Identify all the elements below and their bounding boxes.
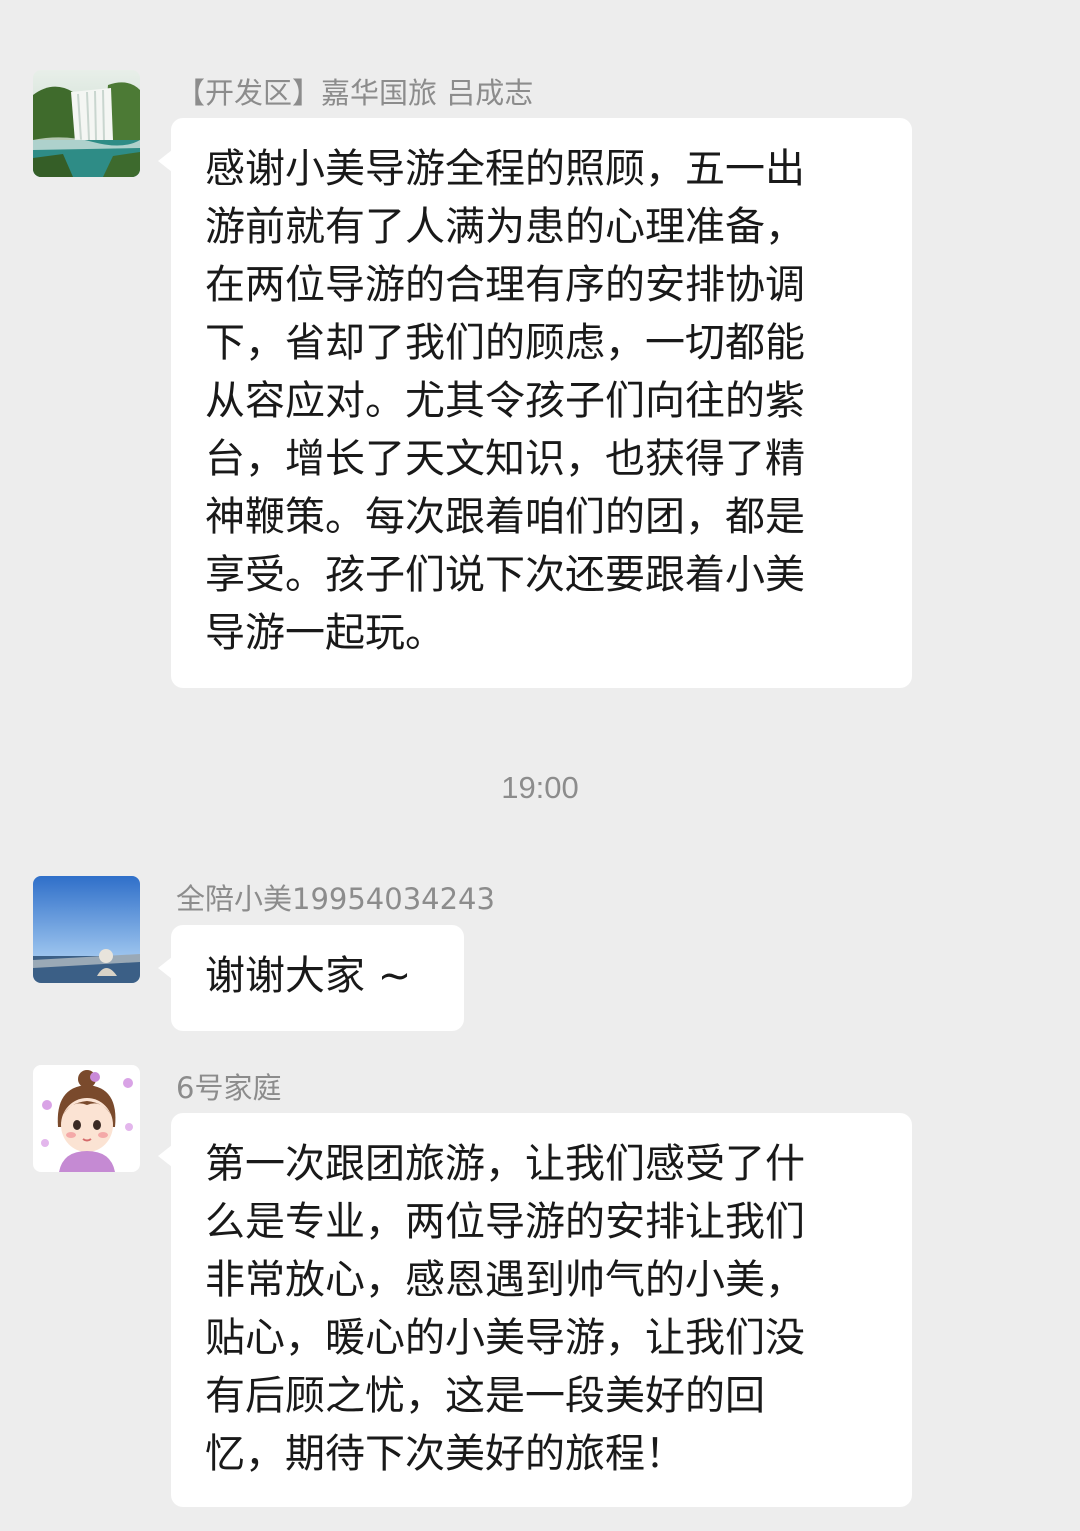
sender-name: 全陪小美19954034243 — [176, 882, 495, 916]
message-line: 么是专业，两位导游的安排让我们 — [205, 1199, 805, 1245]
message-line: 贴心，暖心的小美导游，让我们没 — [205, 1315, 805, 1361]
sender-name: 6号家庭 — [176, 1071, 282, 1105]
avatar-cartoon-girl[interactable] — [33, 1065, 140, 1172]
message-line: 游前就有了人满为患的心理准备， — [205, 204, 805, 250]
message-bubble[interactable]: 感谢小美导游全程的照顾，五一出 游前就有了人满为患的心理准备， 在两位导游的合理… — [158, 118, 912, 688]
message-bubble[interactable]: 谢谢大家 ~ — [158, 925, 464, 1031]
avatar-waterfall[interactable] — [33, 70, 140, 177]
cartoon-girl-icon — [33, 1065, 140, 1172]
message-line: 感谢小美导游全程的照顾，五一出 — [205, 146, 805, 192]
message-bubble[interactable]: 第一次跟团旅游，让我们感受了什 么是专业，两位导游的安排让我们 非常放心，感恩遇… — [158, 1113, 912, 1507]
message-line: 有后顾之忧，这是一段美好的回 — [205, 1373, 765, 1419]
message-line: 享受。孩子们说下次还要跟着小美 — [205, 552, 805, 598]
waterfall-landscape-icon — [33, 70, 140, 177]
message-line: 从容应对。尤其令孩子们向往的紫 — [205, 378, 805, 424]
sender-name: 【开发区】嘉华国旅 吕成志 — [176, 76, 534, 110]
timestamp: 19:00 — [501, 770, 579, 805]
message-line: 忆，期待下次美好的旅程！ — [205, 1431, 685, 1477]
message-line: 谢谢大家 ~ — [205, 953, 412, 999]
message-line: 导游一起玩。 — [205, 610, 445, 656]
message-line: 非常放心，感恩遇到帅气的小美， — [205, 1257, 805, 1303]
blue-sky-icon — [33, 876, 140, 983]
message-line: 第一次跟团旅游，让我们感受了什 — [205, 1141, 805, 1187]
message-line: 台，增长了天文知识，也获得了精 — [205, 436, 805, 482]
message-line: 神鞭策。每次跟着咱们的团，都是 — [205, 494, 805, 540]
message-line: 在两位导游的合理有序的安排协调 — [205, 262, 805, 308]
message-line: 下，省却了我们的顾虑，一切都能 — [205, 320, 805, 366]
avatar-sky[interactable] — [33, 876, 140, 983]
